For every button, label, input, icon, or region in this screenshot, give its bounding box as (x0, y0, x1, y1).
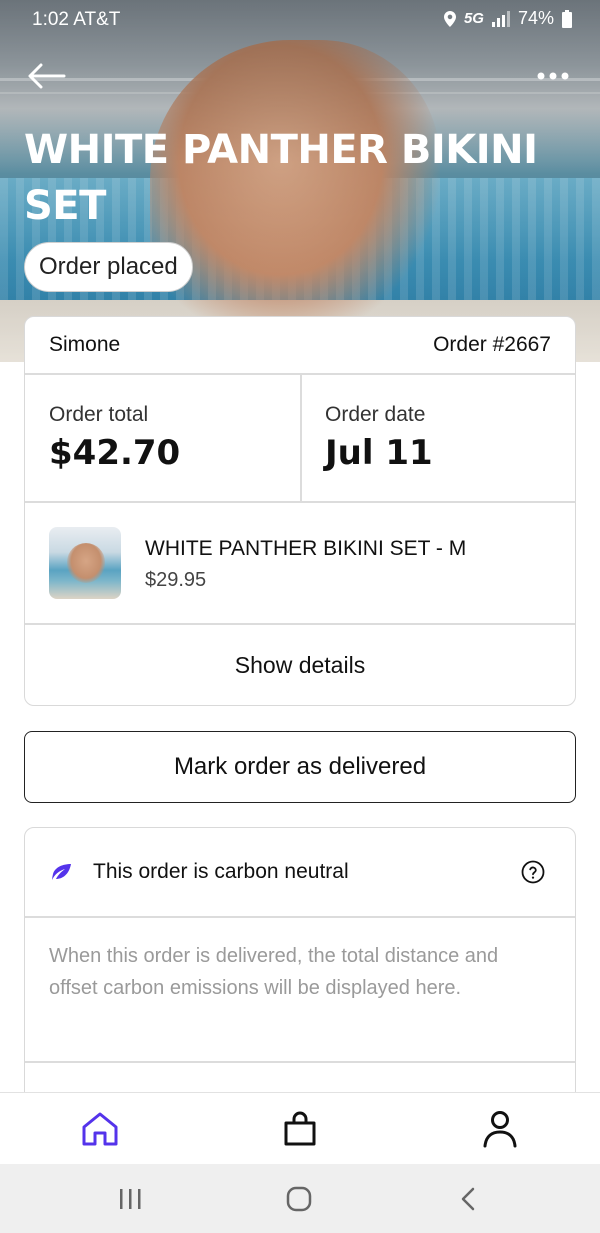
order-status-badge: Order placed (24, 242, 193, 292)
page-title: WHITE PANTHER BIKINI SET (24, 127, 538, 229)
order-total-label: Order total (49, 403, 149, 426)
order-header-row: Simone Order #2667 (25, 317, 575, 373)
home-icon (82, 1112, 118, 1146)
recent-apps-icon (120, 1189, 141, 1209)
item-price: $29.95 (145, 569, 207, 591)
order-number: Order #2667 (433, 333, 551, 356)
battery-icon (562, 9, 572, 28)
item-title: WHITE PANTHER BIKINI SET - M (145, 537, 467, 560)
bottom-navigation (0, 1092, 600, 1164)
carbon-card: This order is carbon neutral When this o… (24, 827, 576, 1127)
order-total-value: $42.70 (49, 433, 181, 473)
bag-icon (284, 1111, 316, 1146)
chevron-left-icon (461, 1187, 475, 1211)
network-label: 5G (463, 10, 484, 27)
home-system-button[interactable] (279, 1184, 319, 1214)
order-date-label: Order date (325, 403, 426, 426)
more-horizontal-icon (537, 72, 569, 80)
back-button[interactable] (25, 58, 69, 94)
home-circle-icon (286, 1186, 312, 1212)
nav-account[interactable] (478, 1107, 522, 1151)
arrow-left-icon (28, 63, 66, 89)
signal-icon (491, 10, 510, 27)
battery-label: 74% (517, 8, 554, 28)
mark-delivered-button[interactable]: Mark order as delivered (24, 731, 576, 803)
divider (25, 501, 575, 503)
carbon-title: This order is carbon neutral (93, 860, 349, 883)
show-details-button[interactable]: Show details (25, 624, 575, 705)
divider-vertical (300, 374, 302, 501)
divider (25, 1061, 575, 1063)
account-icon (483, 1111, 517, 1148)
divider (25, 916, 575, 918)
status-time: 1:02 AT&T (32, 9, 121, 30)
recent-apps-button[interactable] (110, 1184, 150, 1214)
system-navigation-bar (0, 1164, 600, 1233)
more-options-button[interactable] (531, 58, 575, 94)
help-circle-icon[interactable] (521, 860, 545, 884)
carbon-description: When this order is delivered, the total … (49, 945, 499, 999)
carbon-row: This order is carbon neutral (25, 828, 575, 916)
system-back-button[interactable] (448, 1184, 488, 1214)
leaf-icon (52, 864, 71, 880)
status-icons: 5G 74% (443, 8, 572, 29)
customer-name: Simone (49, 333, 121, 356)
status-bar: 1:02 AT&T 5G 74% (0, 0, 600, 40)
product-thumbnail (49, 527, 121, 599)
location-icon (443, 10, 456, 27)
nav-orders[interactable] (278, 1107, 322, 1151)
nav-home[interactable] (78, 1107, 122, 1151)
order-summary-card: Simone Order #2667 Order total $42.70 Or… (24, 316, 576, 706)
order-date-value: Jul 11 (325, 433, 433, 473)
